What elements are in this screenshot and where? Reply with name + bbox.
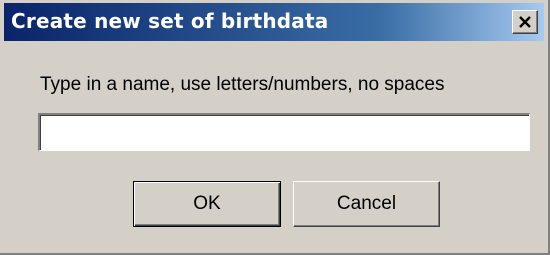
name-prompt-label: Type in a name, use letters/numbers, no …: [40, 74, 445, 95]
name-input[interactable]: [38, 113, 530, 151]
close-button[interactable]: [512, 10, 538, 34]
create-birthdata-dialog: Create new set of birthdata Type in a na…: [0, 0, 550, 255]
ok-button[interactable]: OK: [133, 181, 281, 227]
close-icon: [518, 16, 532, 28]
title-bar[interactable]: Create new set of birthdata: [4, 3, 544, 41]
cancel-button[interactable]: Cancel: [293, 181, 440, 227]
dialog-title: Create new set of birthdata: [11, 9, 329, 33]
